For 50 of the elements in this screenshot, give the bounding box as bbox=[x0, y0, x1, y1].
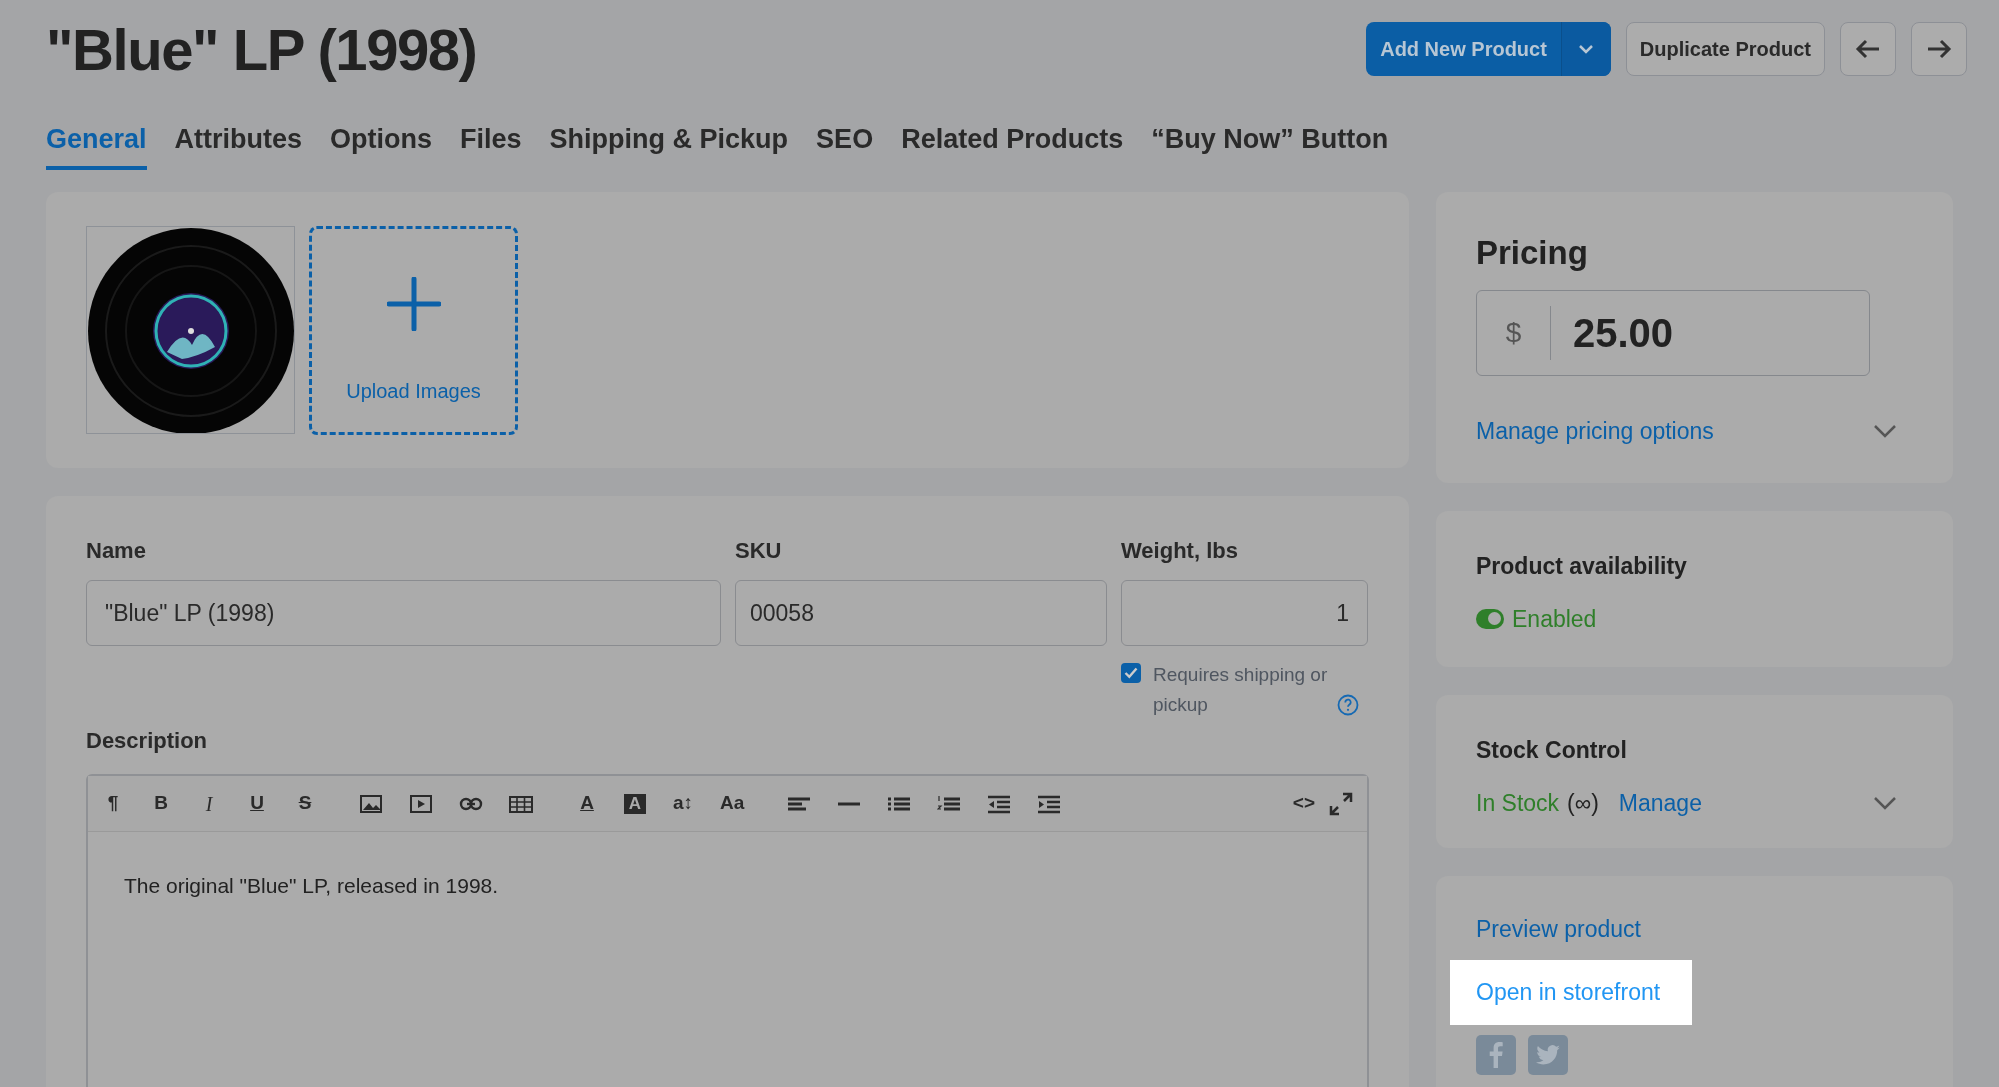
field-label: Description bbox=[86, 727, 209, 755]
previous-button[interactable] bbox=[1840, 22, 1896, 76]
tab[interactable]: Options bbox=[330, 119, 433, 170]
duplicate-product-button[interactable]: Duplicate Product bbox=[1625, 22, 1825, 76]
field-label: Name bbox=[86, 537, 147, 565]
stock-quantity: (∞) bbox=[1567, 788, 1599, 818]
stock-status: In Stock bbox=[1476, 788, 1560, 818]
card-title: Stock Control bbox=[1476, 736, 1628, 765]
checkbox-label: Requires shipping or pickup bbox=[1153, 663, 1329, 717]
toolbar-button[interactable]: B bbox=[150, 789, 172, 818]
open-in-storefront-link[interactable]: Open in storefront bbox=[1476, 974, 1661, 1010]
toolbar-button[interactable]: A bbox=[624, 793, 646, 814]
toolbar-button[interactable]: I bbox=[198, 788, 220, 819]
card-title: Product availability bbox=[1476, 552, 1688, 581]
arrow-left-icon bbox=[1855, 39, 1881, 59]
fullscreen-icon[interactable] bbox=[1329, 791, 1353, 816]
chevron-down-icon bbox=[1578, 44, 1595, 54]
checkbox[interactable] bbox=[1121, 663, 1141, 683]
tab[interactable]: Attributes bbox=[174, 119, 303, 170]
field-label: SKU bbox=[735, 537, 783, 565]
toolbar-button[interactable]: S bbox=[294, 789, 316, 818]
toolbar-button[interactable]: Aa bbox=[720, 789, 745, 818]
status-label: Enabled bbox=[1512, 604, 1597, 634]
name-input[interactable]: "Blue" LP (1998) bbox=[86, 580, 721, 646]
tab[interactable]: Related Products bbox=[901, 119, 1124, 170]
sku-input[interactable]: 00058 bbox=[735, 580, 1107, 646]
chevron-down-icon[interactable] bbox=[1873, 795, 1897, 810]
description-text: The original "Blue" LP, released in 1998. bbox=[124, 873, 500, 899]
help-icon[interactable] bbox=[1337, 694, 1359, 716]
tab[interactable]: “Buy Now” Button bbox=[1151, 119, 1389, 170]
toggle-switch[interactable] bbox=[1476, 608, 1504, 629]
toolbar-button[interactable]: ¶ bbox=[102, 789, 124, 818]
toolbar-button[interactable]: A bbox=[576, 789, 598, 818]
card-title: Pricing bbox=[1476, 233, 1589, 273]
toolbar-button[interactable]: U bbox=[246, 789, 268, 818]
plus-icon bbox=[386, 277, 441, 331]
page-title: "Blue" LP (1998) bbox=[46, 15, 477, 84]
arrow-right-icon bbox=[1926, 39, 1952, 59]
tab[interactable]: Files bbox=[460, 119, 522, 170]
toolbar-button[interactable]: <> bbox=[1292, 789, 1315, 818]
field-label: Weight, lbs bbox=[1121, 537, 1239, 565]
description-editor[interactable]: ¶ B I U S A A a↕ Aa <> The original "Blue" LP, released in 1998. bbox=[86, 774, 1369, 1087]
tab[interactable]: Shipping & Pickup bbox=[549, 119, 789, 170]
price-input[interactable]: 25.00 bbox=[1573, 302, 1853, 363]
weight-input[interactable]: 1 bbox=[1121, 580, 1368, 646]
next-button[interactable] bbox=[1911, 22, 1967, 76]
tab[interactable]: SEO bbox=[816, 119, 874, 170]
toolbar-button[interactable]: a↕ bbox=[672, 789, 694, 818]
price-field[interactable]: $ 25.00 bbox=[1476, 289, 1870, 376]
chevron-down-icon[interactable] bbox=[1873, 423, 1897, 438]
